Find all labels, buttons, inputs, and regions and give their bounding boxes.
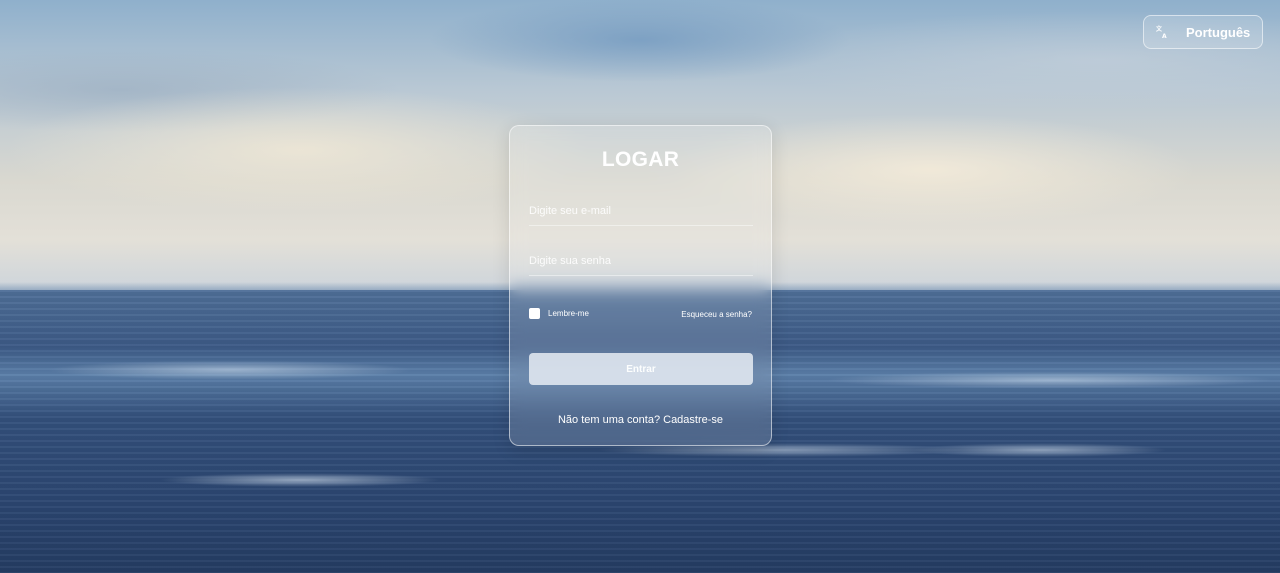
login-title: LOGAR [601, 148, 680, 171]
email-field[interactable] [529, 196, 753, 225]
svg-text:文: 文 [1156, 25, 1163, 33]
login-card: LOGAR Lembre-me Esqueceu a senha? Entrar… [509, 125, 772, 446]
signup-link[interactable]: Não tem uma conta? Cadastre-se [510, 414, 771, 426]
password-field-wrapper [529, 246, 753, 276]
svg-text:A: A [1162, 33, 1167, 39]
remember-me-label: Lembre-me [548, 309, 589, 318]
password-field[interactable] [529, 246, 753, 275]
language-label: Português [1186, 24, 1251, 40]
language-selector-button[interactable]: 文 A Português [1143, 15, 1263, 49]
translate-icon: 文 A [1156, 25, 1170, 39]
remember-me-control[interactable]: Lembre-me [529, 308, 589, 319]
forgot-password-link[interactable]: Esqueceu a senha? [681, 310, 752, 319]
remember-me-checkbox[interactable] [529, 308, 540, 319]
email-field-wrapper [529, 196, 753, 226]
login-submit-button[interactable]: Entrar [529, 353, 753, 385]
